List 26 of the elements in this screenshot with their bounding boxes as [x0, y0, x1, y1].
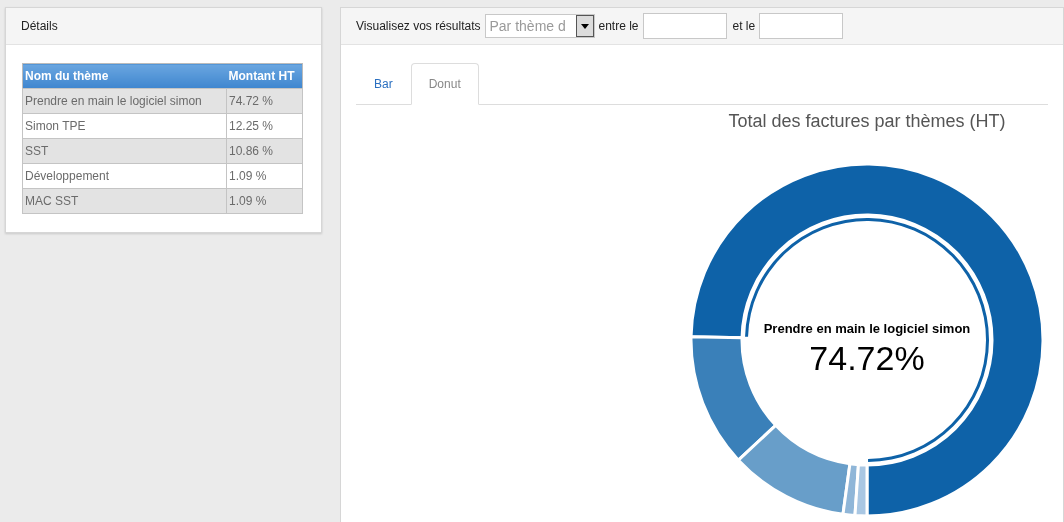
chart-tab[interactable]: Bar	[356, 63, 411, 105]
table-cell: 12.25 %	[226, 113, 303, 139]
table-cell: Développement	[22, 163, 227, 189]
and-label: et le	[732, 18, 756, 35]
table-cell: 10.86 %	[226, 138, 303, 164]
donut-slice[interactable]	[689, 162, 1045, 518]
table-cell: 74.72 %	[226, 88, 303, 114]
column-header: Nom du thème	[22, 63, 227, 89]
center-label: Prendre en main le logiciel simon	[763, 321, 971, 336]
table-cell: SST	[22, 138, 227, 164]
panel-title: Détails	[21, 18, 58, 35]
end-date-field[interactable]	[759, 13, 844, 39]
table-cell: MAC SST	[22, 188, 227, 214]
table-cell: Simon TPE	[22, 113, 227, 139]
center-value: 74.72%	[809, 339, 925, 377]
start-date-field[interactable]	[642, 13, 727, 39]
column-header: Montant HT	[226, 63, 303, 89]
table-cell: Prendre en main le logiciel simon	[22, 88, 227, 114]
table-cell: 1.09 %	[226, 163, 303, 189]
table-cell: 1.09 %	[226, 188, 303, 214]
chart-tab[interactable]: Donut	[410, 63, 479, 105]
chart-title: Total des factures par thèmes (HT)	[728, 110, 1006, 133]
caret-icon	[580, 23, 589, 29]
filter-label: Visualisez vos résultats	[356, 18, 481, 35]
theme-select[interactable]: Par thème d	[484, 14, 595, 38]
between-label: entre le	[598, 18, 639, 35]
